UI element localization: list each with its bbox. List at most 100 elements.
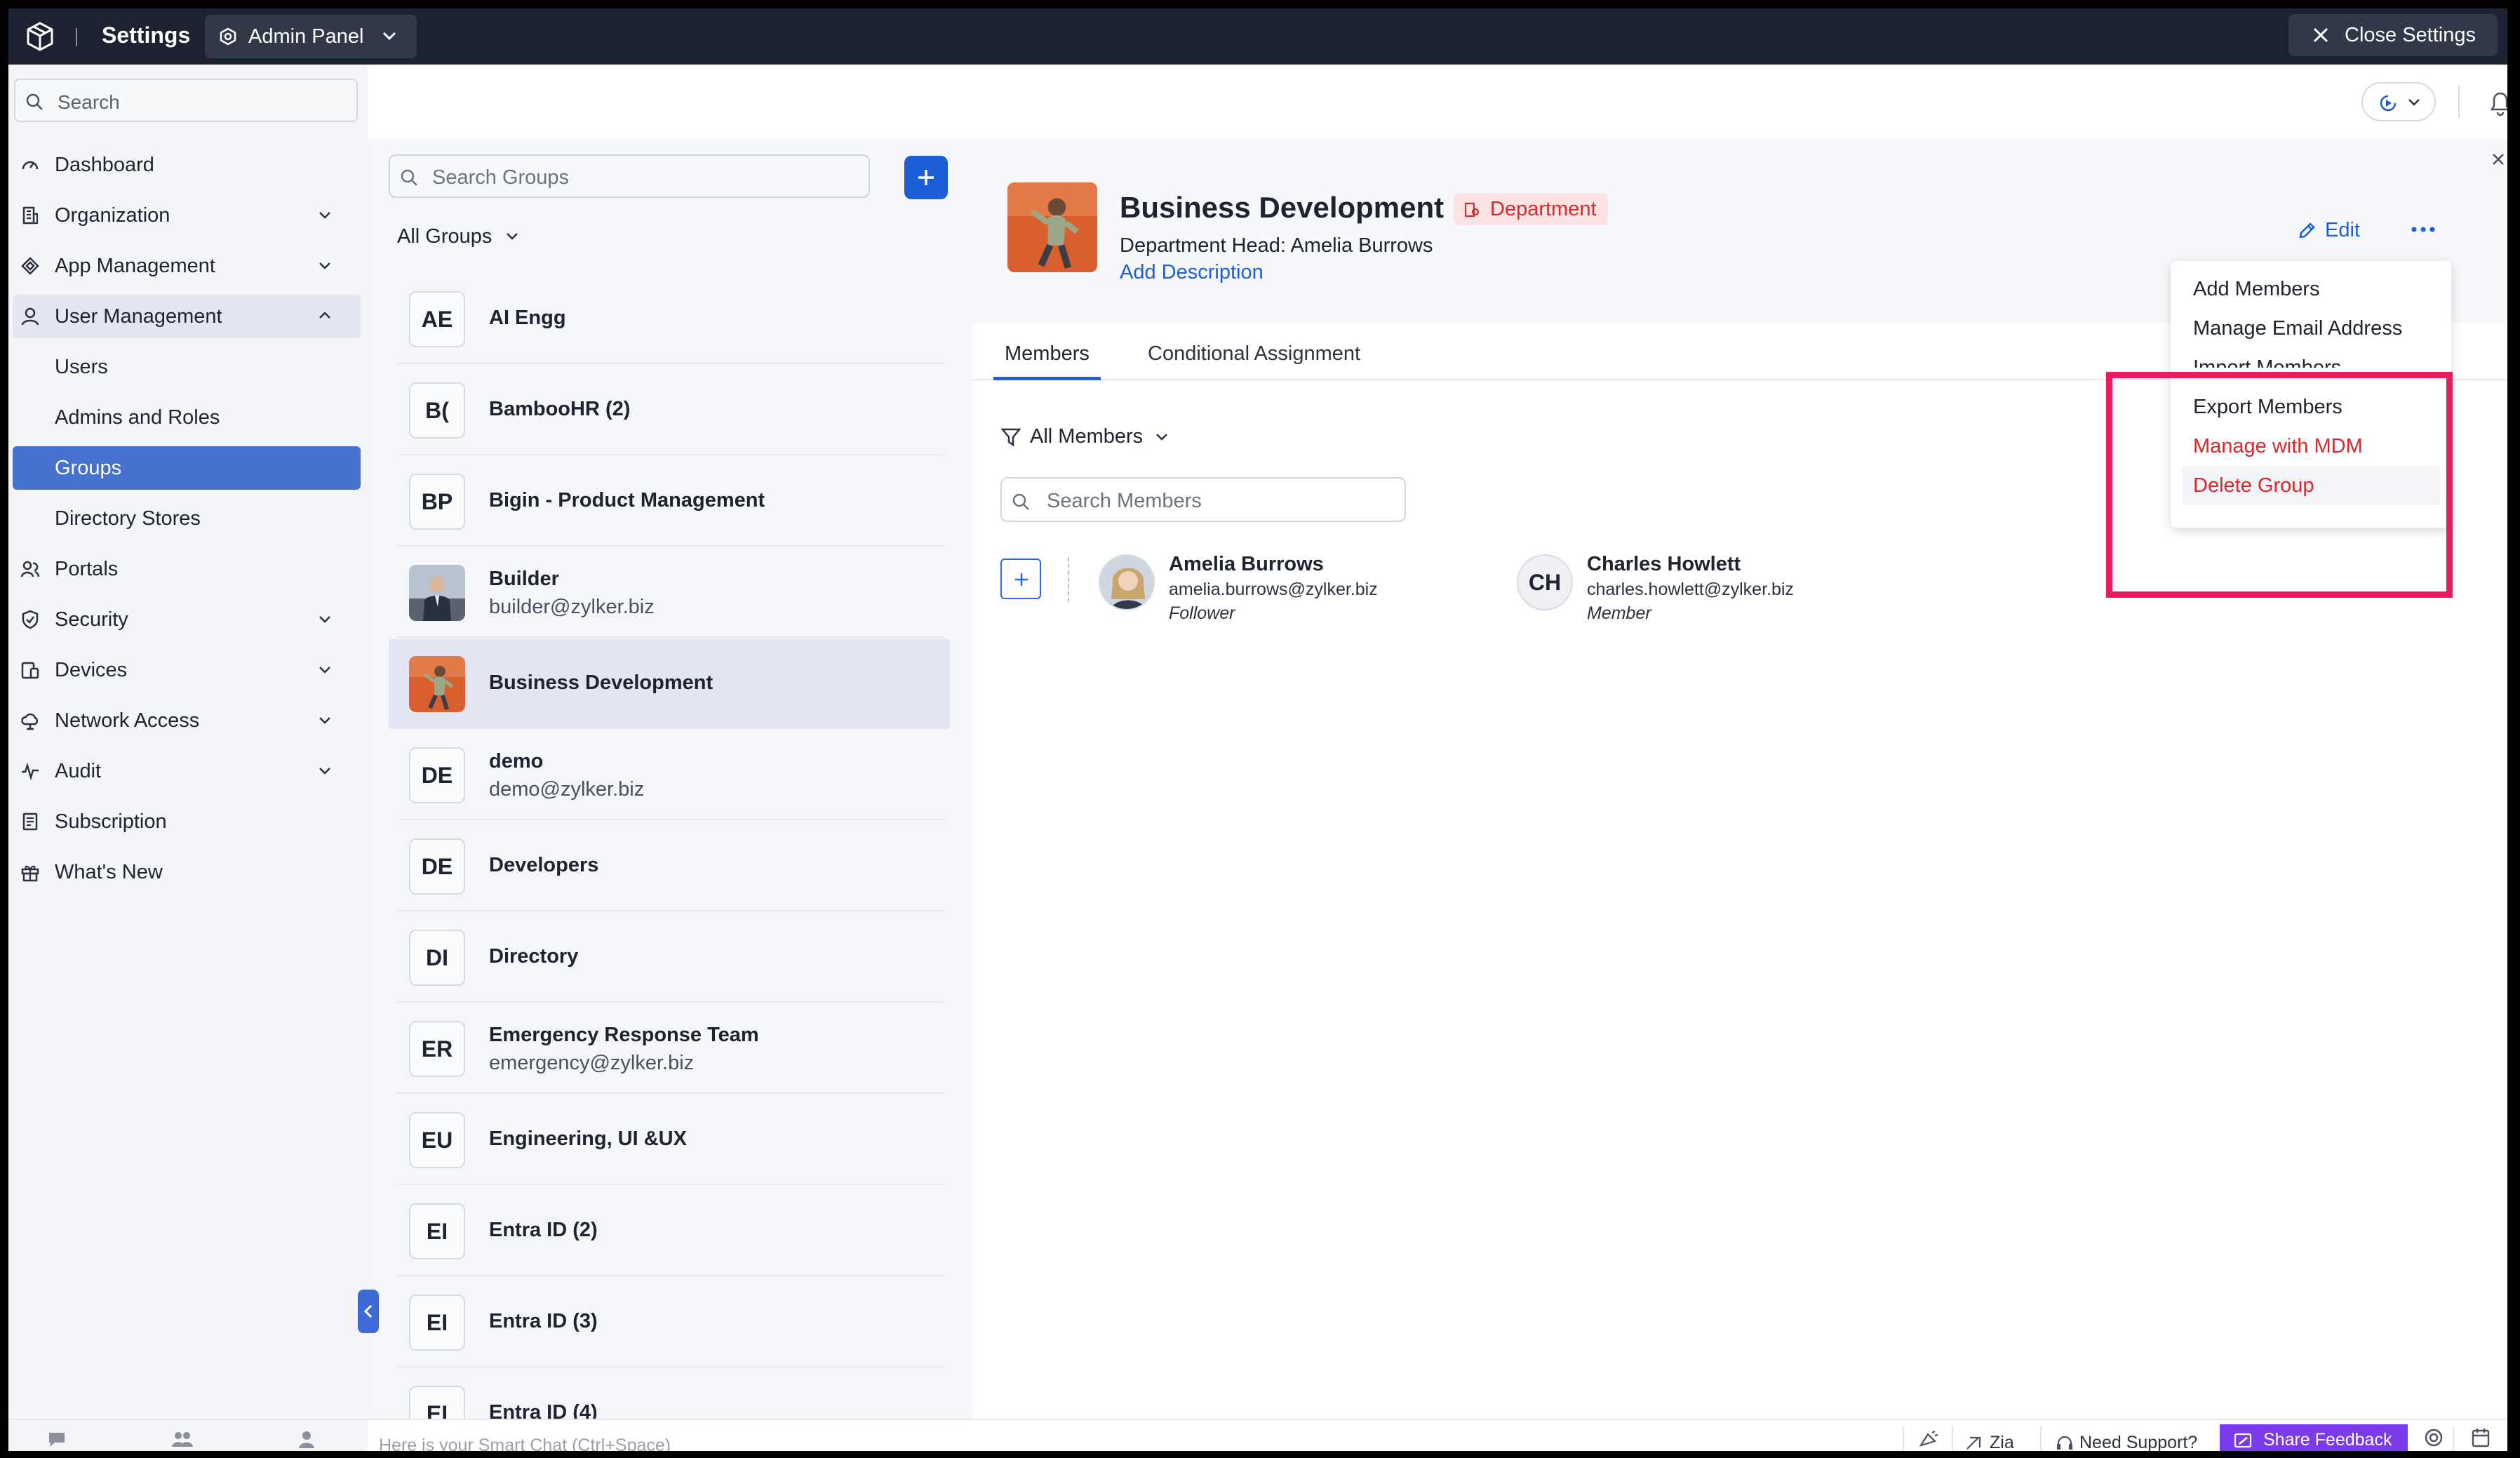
sidebar-item-whats-new[interactable]: What's New [8, 850, 368, 894]
menu-item-import-members[interactable]: Import Members [2182, 348, 2440, 368]
receipt-icon [20, 812, 40, 831]
status-dropdown[interactable] [2361, 82, 2436, 121]
sidebar-item-user-management[interactable]: User Management [13, 295, 361, 338]
group-row[interactable]: DI Directory [389, 913, 950, 1003]
group-row[interactable]: BP Bigin - Product Management [389, 457, 950, 547]
group-row[interactable]: DE demo demo@zylker.biz [389, 730, 950, 820]
chevron-down-icon [317, 209, 333, 220]
user-icon[interactable] [297, 1430, 316, 1448]
group-filter-dropdown[interactable]: All Groups [397, 225, 520, 248]
need-support-button[interactable]: Need Support? [2056, 1433, 2197, 1451]
tab-members[interactable]: Members [993, 323, 1101, 380]
sidebar-item-network-access[interactable]: Network Access [8, 699, 368, 742]
group-row-selected[interactable]: Business Development [389, 639, 950, 729]
sidebar-item-admins-and-roles[interactable]: Admins and Roles [8, 396, 368, 439]
sidebar-item-users[interactable]: Users [8, 345, 368, 389]
group-name: Bigin - Product Management [489, 489, 765, 511]
member-role: Follower [1169, 603, 1235, 623]
top-bar: Settings Admin Panel Close Settings [8, 8, 2507, 65]
group-photo-avatar [409, 565, 465, 621]
sidebar: Search Dashboard Organization App Manage… [8, 65, 368, 1419]
add-member-button[interactable] [1000, 559, 1041, 599]
group-filter-label: All Groups [397, 225, 492, 248]
bottom-bar: Here is your Smart Chat (Ctrl+Space) Zia… [8, 1419, 2507, 1451]
close-settings-button[interactable]: Close Settings [2288, 14, 2498, 56]
sidebar-item-organization[interactable]: Organization [8, 194, 368, 237]
divider [397, 1092, 944, 1094]
add-group-button[interactable] [904, 156, 948, 199]
sidebar-item-label: Users [55, 356, 108, 378]
need-support-label: Need Support? [2079, 1433, 2198, 1451]
cloud-icon [20, 711, 40, 730]
sidebar-item-portals[interactable]: Portals [8, 547, 368, 591]
group-row[interactable]: EI Entra ID (2) [389, 1186, 950, 1276]
group-row[interactable]: B( BambooHR (2) [389, 366, 950, 455]
calendar-icon[interactable] [2471, 1427, 2491, 1448]
menu-item-manage-email-address[interactable]: Manage Email Address [2182, 309, 2440, 348]
sidebar-item-label: Groups [55, 457, 122, 479]
collapse-sidebar-button[interactable] [358, 1290, 379, 1333]
add-description-link[interactable]: Add Description [1120, 261, 1264, 284]
group-row[interactable]: AE AI Engg [389, 274, 950, 364]
close-icon[interactable] [2491, 152, 2506, 167]
share-feedback-button[interactable]: Share Feedback [2220, 1424, 2408, 1451]
sidebar-item-devices[interactable]: Devices [8, 648, 368, 692]
group-name: Entra ID (4) [489, 1401, 598, 1419]
chat-icon[interactable] [46, 1430, 67, 1448]
chevron-down-icon [2406, 97, 2422, 108]
smart-chat-input[interactable]: Here is your Smart Chat (Ctrl+Space) [379, 1436, 671, 1451]
member-search-input[interactable]: Search Members [1000, 477, 1406, 522]
search-icon [1012, 493, 1030, 511]
group-search-input[interactable]: Search Groups [389, 154, 870, 198]
pencil-icon [2297, 221, 2317, 241]
chevron-down-icon [317, 765, 333, 776]
group-avatar: DE [409, 838, 465, 895]
sidebar-item-directory-stores[interactable]: Directory Stores [8, 497, 368, 540]
sidebar-item-label: Audit [55, 760, 102, 782]
group-row[interactable]: Builder builder@zylker.biz [389, 548, 950, 638]
sidebar-search-input[interactable]: Search [14, 79, 358, 122]
admin-panel-dropdown[interactable]: Admin Panel [205, 15, 417, 58]
group-name: BambooHR (2) [489, 398, 631, 420]
sidebar-item-audit[interactable]: Audit [8, 749, 368, 793]
feedback-icon [2234, 1433, 2253, 1450]
chevron-down-icon [317, 714, 333, 725]
group-row[interactable]: DE Developers [389, 822, 950, 911]
group-row[interactable]: EI Entra ID (3) [389, 1278, 950, 1367]
announcement-icon[interactable] [1918, 1430, 1939, 1448]
sidebar-item-subscription[interactable]: Subscription [8, 800, 368, 843]
group-avatar: DE [409, 747, 465, 803]
sidebar-item-label: Security [55, 608, 128, 631]
member-name: Charles Howlett [1587, 553, 1741, 575]
edit-button[interactable]: Edit [2297, 219, 2360, 242]
member-filter-dropdown[interactable]: All Members [1000, 425, 1169, 448]
sidebar-item-label: Subscription [55, 810, 167, 833]
group-row[interactable]: ER Emergency Response Team emergency@zyl… [389, 1004, 950, 1094]
sidebar-item-security[interactable]: Security [8, 598, 368, 641]
app-logo-icon[interactable] [24, 20, 56, 53]
sidebar-item-app-management[interactable]: App Management [8, 244, 368, 288]
zia-button[interactable]: Zia [1964, 1433, 2014, 1451]
more-options-icon[interactable] [2411, 226, 2436, 233]
search-icon [25, 93, 43, 111]
sidebar-item-label: Devices [55, 659, 128, 681]
group-row[interactable]: EU Engineering, UI &UX [389, 1095, 950, 1185]
member-filter-label: All Members [1030, 425, 1144, 448]
edit-label: Edit [2325, 219, 2360, 241]
tab-conditional-assignment[interactable]: Conditional Assignment [1148, 323, 1360, 380]
group-avatar: DI [409, 930, 465, 986]
group-photo-avatar[interactable] [1007, 182, 1097, 272]
chevron-down-icon [317, 613, 333, 624]
bell-icon[interactable] [2488, 88, 2507, 116]
chevron-down-icon [504, 231, 520, 242]
contacts-icon[interactable] [171, 1430, 194, 1448]
sidebar-item-dashboard[interactable]: Dashboard [8, 143, 368, 187]
sidebar-item-groups[interactable]: Groups [13, 446, 361, 490]
menu-item-add-members[interactable]: Add Members [2182, 269, 2440, 309]
divider [397, 636, 944, 638]
at-icon[interactable] [2423, 1427, 2444, 1448]
group-name-heading: Business Development [1120, 191, 1445, 224]
chevron-down-icon [317, 664, 333, 675]
group-row[interactable]: EI Entra ID (4) [389, 1369, 950, 1419]
sidebar-item-label: User Management [55, 305, 222, 328]
